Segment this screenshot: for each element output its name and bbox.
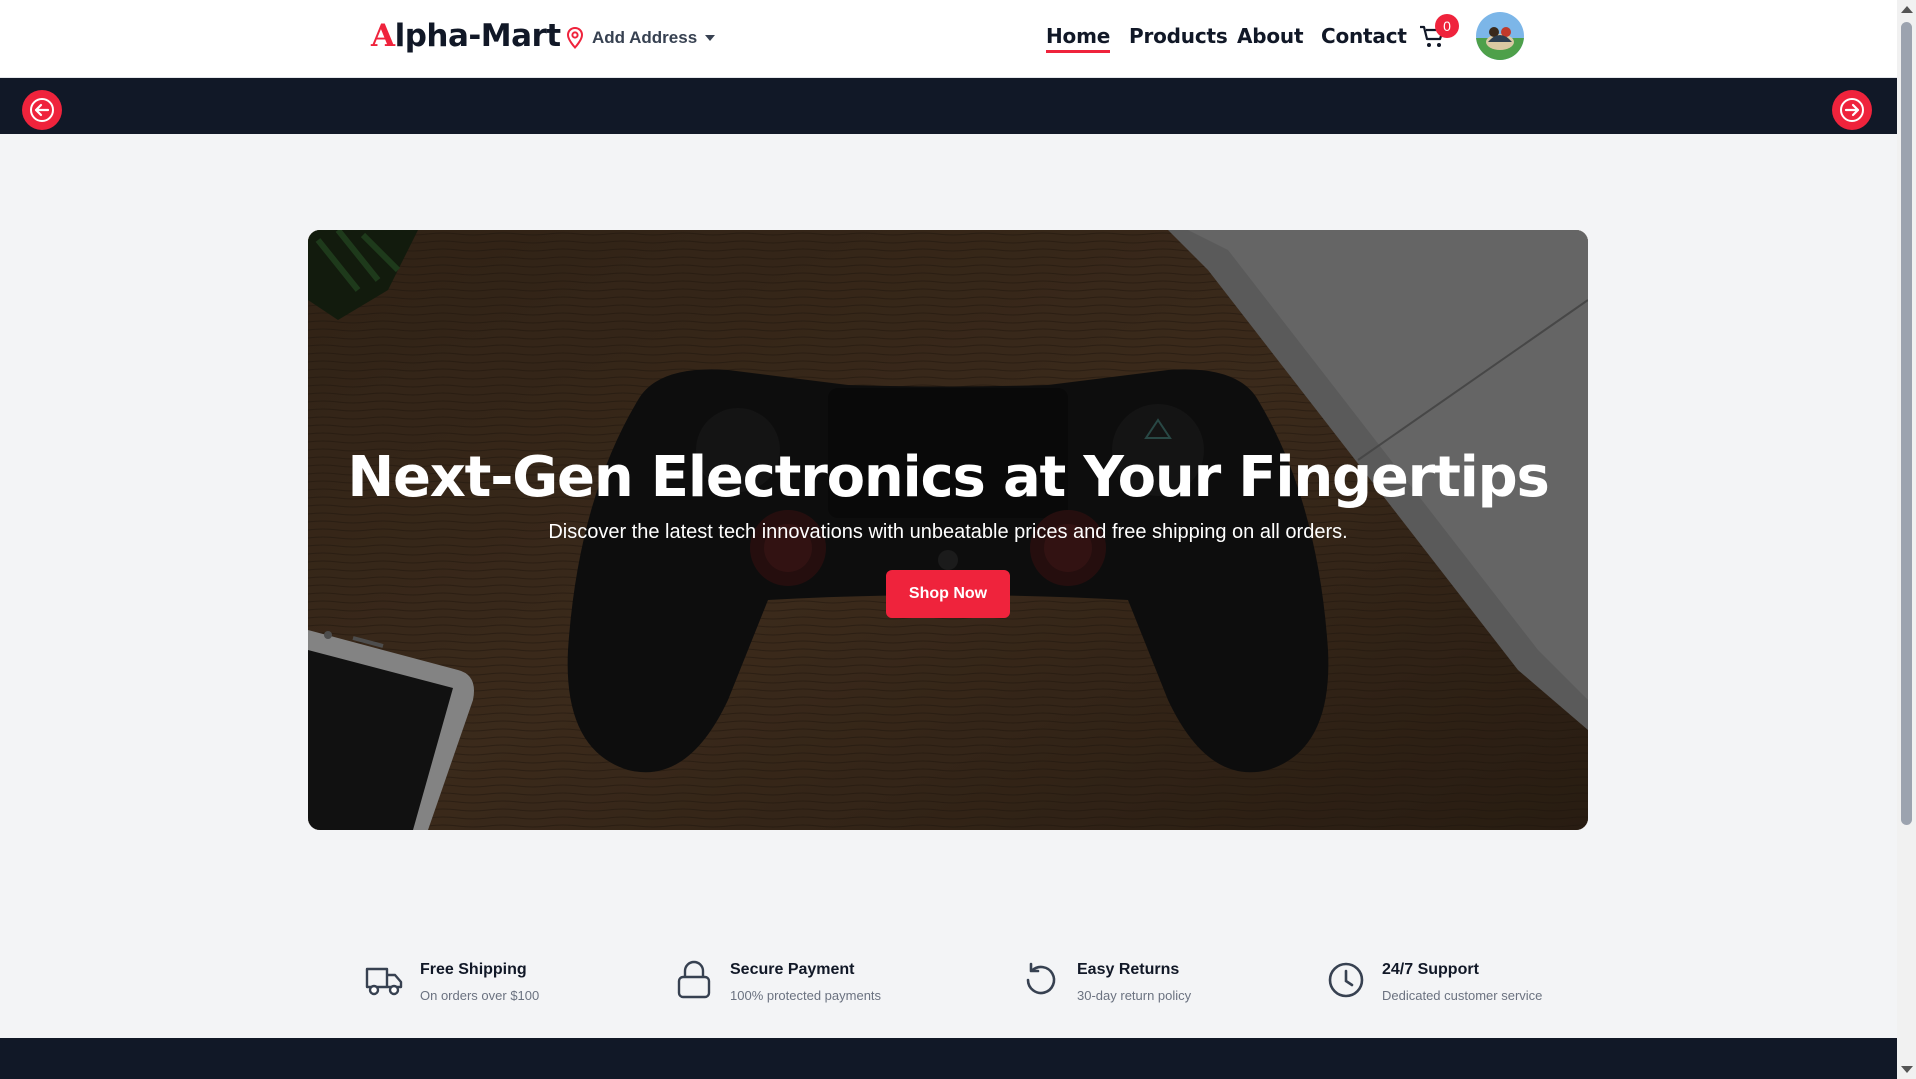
- cart-count-badge: 0: [1435, 14, 1459, 38]
- logo[interactable]: Alpha-Mart: [371, 18, 561, 54]
- hero-banner: Next-Gen Electronics at Your Fingertips …: [308, 230, 1588, 830]
- slider-prev-button[interactable]: [22, 90, 62, 130]
- feature-secure-payment: Secure Payment 100% protected payments: [674, 960, 881, 1003]
- scroll-thumb[interactable]: [1901, 22, 1912, 825]
- nav-contact[interactable]: Contact: [1321, 24, 1407, 48]
- add-address-button[interactable]: Add Address: [566, 27, 716, 49]
- hero-subtitle: Discover the latest tech innovations wit…: [548, 521, 1348, 543]
- avatar[interactable]: [1476, 12, 1524, 60]
- truck-icon: [364, 960, 404, 1000]
- map-pin-icon: [566, 27, 584, 49]
- scroll-up-arrow-icon[interactable]: [1901, 6, 1913, 13]
- feature-title: 24/7 Support: [1382, 961, 1479, 978]
- clock-icon: [1326, 960, 1366, 1000]
- slider-next-button[interactable]: [1832, 90, 1872, 130]
- nav-home[interactable]: Home: [1046, 24, 1110, 53]
- feature-subtitle: 100% protected payments: [730, 988, 882, 1003]
- lock-icon: [674, 960, 714, 1000]
- feature-title: Free Shipping: [420, 961, 527, 978]
- shop-now-button[interactable]: Shop Now: [886, 570, 1010, 618]
- feature-subtitle: 30-day return policy: [1077, 988, 1192, 1003]
- hero-title: Next-Gen Electronics at Your Fingertips: [347, 445, 1550, 510]
- feature-easy-returns: Easy Returns 30-day return policy: [1021, 960, 1191, 1003]
- site-header: Alpha-Mart Add Address Home Products Abo…: [0, 0, 1897, 78]
- rotate-ccw-icon: [1021, 960, 1061, 1000]
- nav-about[interactable]: About: [1237, 24, 1304, 48]
- feature-free-shipping: Free Shipping On orders over $100: [364, 960, 539, 1003]
- nav-products[interactable]: Products: [1129, 24, 1228, 48]
- slider-bar: [0, 78, 1897, 134]
- arrow-left-icon: [30, 98, 54, 122]
- feature-support: 24/7 Support Dedicated customer service: [1326, 960, 1542, 1003]
- feature-subtitle: Dedicated customer service: [1382, 988, 1543, 1003]
- add-address-label: Add Address: [592, 28, 698, 47]
- footer: [0, 1038, 1897, 1079]
- scrollbar[interactable]: [1897, 0, 1916, 1079]
- feature-subtitle: On orders over $100: [420, 988, 540, 1003]
- feature-title: Secure Payment: [730, 961, 855, 978]
- feature-title: Easy Returns: [1077, 961, 1180, 978]
- scroll-down-arrow-icon[interactable]: [1901, 1066, 1913, 1073]
- arrow-right-icon: [1840, 98, 1864, 122]
- caret-down-icon: [705, 35, 716, 41]
